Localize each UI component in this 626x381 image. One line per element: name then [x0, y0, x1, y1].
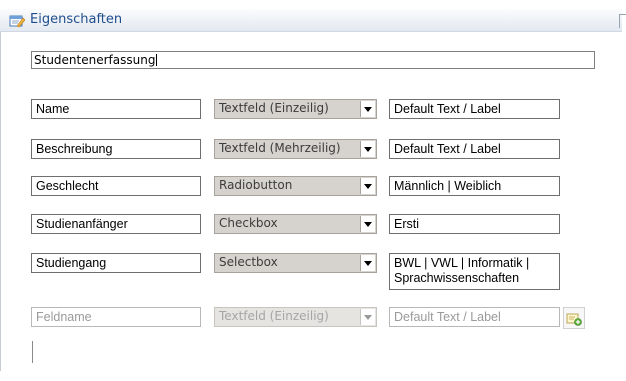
new-field-name-input[interactable]: Feldname [31, 307, 201, 327]
field-type-select[interactable]: Textfeld (Einzeilig) [214, 99, 377, 119]
field-row: Name Textfeld (Einzeilig) Default Text /… [0, 99, 626, 121]
field-name-input[interactable]: Beschreibung [31, 139, 201, 159]
text-cursor [32, 341, 33, 363]
new-field-type-select[interactable]: Textfeld (Einzeilig) [214, 307, 377, 327]
field-type-value: Textfeld (Einzeilig) [219, 101, 329, 115]
field-label-input[interactable]: Ersti [389, 214, 560, 234]
field-type-select[interactable]: Checkbox [214, 214, 377, 234]
chevron-down-icon[interactable] [360, 309, 375, 325]
field-type-value: Textfeld (Mehrzeilig) [219, 141, 341, 155]
panel-resize-handle[interactable] [619, 14, 626, 28]
chevron-down-icon[interactable] [360, 101, 375, 117]
chevron-down-icon[interactable] [360, 141, 375, 157]
add-field-icon[interactable] [563, 307, 585, 329]
new-field-type-value: Textfeld (Einzeilig) [219, 309, 329, 323]
field-name-input[interactable]: Geschlecht [31, 176, 201, 196]
field-row: Studienanfänger Checkbox Ersti [0, 214, 626, 236]
field-label-input[interactable]: Default Text / Label [389, 139, 560, 159]
field-name-input[interactable]: Name [31, 99, 201, 119]
chevron-down-icon[interactable] [360, 255, 375, 271]
field-label-input[interactable]: Männlich | Weiblich [389, 176, 560, 196]
field-row: Geschlecht Radiobutton Männlich | Weibli… [0, 176, 626, 198]
chevron-down-icon[interactable] [360, 178, 375, 194]
field-row: Beschreibung Textfeld (Mehrzeilig) Defau… [0, 139, 626, 161]
field-type-value: Checkbox [219, 216, 278, 230]
chevron-down-icon[interactable] [360, 216, 375, 232]
form-title-value: Studentenerfassung [34, 53, 156, 67]
field-type-select[interactable]: Selectbox [214, 253, 377, 273]
properties-edit-icon [9, 13, 26, 28]
field-type-select[interactable]: Textfeld (Mehrzeilig) [214, 139, 377, 159]
new-field-label-input[interactable]: Default Text / Label [389, 307, 560, 327]
text-cursor [156, 54, 158, 66]
field-type-value: Selectbox [219, 255, 278, 269]
new-field-row: Feldname Textfeld (Einzeilig) Default Te… [0, 307, 626, 329]
panel-header: Eigenschaften [0, 9, 622, 32]
field-type-select[interactable]: Radiobutton [214, 176, 377, 196]
field-label-input[interactable]: Default Text / Label [389, 99, 560, 119]
field-name-input[interactable]: Studienanfänger [31, 214, 201, 234]
field-row: Studiengang Selectbox BWL | VWL | Inform… [0, 253, 626, 290]
field-name-input[interactable]: Studiengang [31, 253, 201, 273]
field-type-value: Radiobutton [219, 178, 293, 192]
panel-title: Eigenschaften [30, 12, 123, 27]
field-label-input[interactable]: BWL | VWL | Informatik | Sprachwissensch… [389, 253, 560, 290]
form-title-input[interactable]: Studentenerfassung [31, 51, 595, 69]
